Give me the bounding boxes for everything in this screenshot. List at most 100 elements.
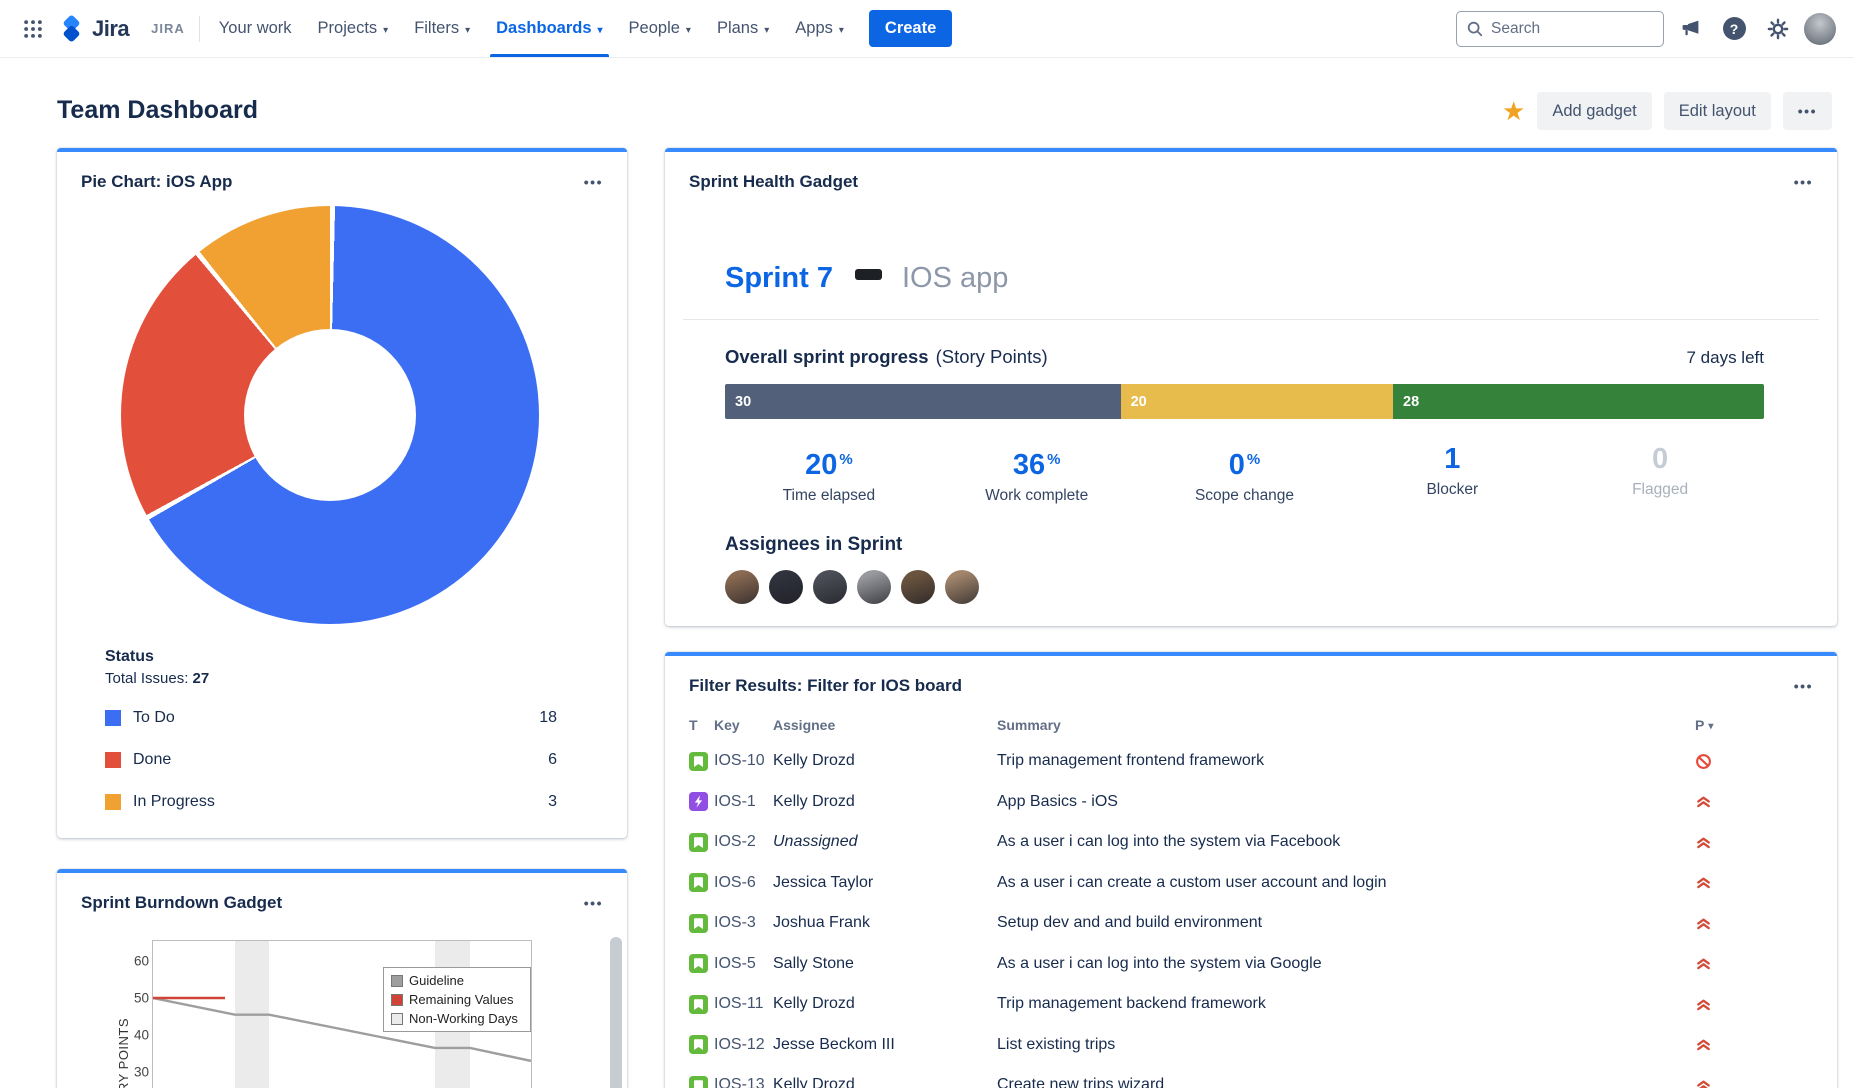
issue-row-ios-1[interactable]: IOS-1Kelly DrozdApp Basics - iOS — [665, 782, 1837, 823]
issue-key[interactable]: IOS-10 — [714, 752, 773, 770]
issue-summary[interactable]: Create new trips wizard — [997, 1076, 1695, 1088]
stat-label: Work complete — [933, 487, 1141, 505]
legend-label: Non-Working Days — [409, 1011, 518, 1026]
burndown-gadget: Sprint Burndown Gadget ••• 60504030 STOR… — [57, 869, 627, 1088]
column-header-key[interactable]: Key — [714, 717, 773, 733]
sprint-avatars — [725, 570, 1837, 604]
progress-segment-value: 20 — [1131, 394, 1147, 410]
app-switcher-button[interactable] — [14, 10, 52, 48]
issue-key[interactable]: IOS-1 — [714, 793, 773, 811]
help-button[interactable]: ? — [1716, 11, 1752, 47]
assignee-avatar-5[interactable] — [901, 570, 935, 604]
sprint-name[interactable]: Sprint 7 — [725, 262, 833, 295]
assignee-avatar-3[interactable] — [813, 570, 847, 604]
page-title: Team Dashboard — [57, 96, 258, 125]
board-name: IOS app — [902, 262, 1008, 295]
issue-row-ios-2[interactable]: IOS-2UnassignedAs a user i can log into … — [665, 822, 1837, 863]
edit-layout-button[interactable]: Edit layout — [1664, 92, 1771, 130]
story-icon — [689, 1076, 714, 1088]
issue-key[interactable]: IOS-6 — [714, 874, 773, 892]
issue-summary[interactable]: Trip management frontend framework — [997, 752, 1695, 770]
assignee-avatar-2[interactable] — [769, 570, 803, 604]
issue-row-ios-12[interactable]: IOS-12Jesse Beckom IIIList existing trip… — [665, 1025, 1837, 1066]
epic-icon — [689, 792, 714, 811]
gadget-more-button[interactable]: ••• — [584, 174, 603, 190]
search-input[interactable] — [1456, 11, 1664, 47]
assignee-avatar-4[interactable] — [857, 570, 891, 604]
total-issues-label: Total Issues: — [105, 670, 188, 687]
issue-row-ios-10[interactable]: IOS-10Kelly DrozdTrip management fronten… — [665, 741, 1837, 782]
column-header-label: P — [1695, 717, 1704, 733]
issue-key[interactable]: IOS-5 — [714, 955, 773, 973]
jira-logo[interactable]: Jira — [58, 0, 129, 57]
left-column: Pie Chart: iOS App ••• Status Total Issu… — [57, 148, 627, 1088]
issue-key[interactable]: IOS-2 — [714, 833, 773, 851]
issue-summary[interactable]: As a user i can create a custom user acc… — [997, 874, 1695, 892]
issue-row-ios-6[interactable]: IOS-6Jessica TaylorAs a user i can creat… — [665, 863, 1837, 904]
stat-number: 0 — [1652, 443, 1668, 475]
nav-item-apps[interactable]: Apps▾ — [782, 0, 857, 57]
column-header-summary[interactable]: Summary — [997, 717, 1695, 733]
legend-label: To Do — [133, 709, 175, 727]
dashboard-more-button[interactable]: ••• — [1783, 92, 1832, 130]
issue-summary[interactable]: Setup dev and and build environment — [997, 914, 1695, 932]
stat-number: 1 — [1444, 443, 1460, 475]
gadget-more-button[interactable]: ••• — [1794, 174, 1813, 190]
legend-row-in-progress: In Progress3 — [105, 781, 557, 823]
progress-subheading: (Story Points) — [936, 346, 1048, 368]
stat-time-elapsed: 20%Time elapsed — [725, 443, 933, 505]
issue-row-ios-3[interactable]: IOS-3Joshua FrankSetup dev and and build… — [665, 903, 1837, 944]
legend-total: Total Issues: 27 — [105, 670, 557, 687]
issue-assignee: Unassigned — [773, 833, 997, 851]
nav-item-people[interactable]: People▾ — [616, 0, 704, 57]
pie-chart — [121, 206, 539, 624]
issue-key[interactable]: IOS-11 — [714, 995, 773, 1013]
favorite-star-button[interactable]: ★ — [1502, 98, 1525, 124]
chevron-down-icon: ▾ — [764, 25, 769, 36]
issue-key[interactable]: IOS-13 — [714, 1076, 773, 1088]
issue-summary[interactable]: Trip management backend framework — [997, 995, 1695, 1013]
create-button[interactable]: Create — [869, 10, 952, 47]
megaphone-icon — [1680, 18, 1701, 39]
nav-item-plans[interactable]: Plans ▾ — [704, 0, 782, 57]
scrollbar-thumb[interactable] — [610, 937, 622, 1088]
issue-key[interactable]: IOS-3 — [714, 914, 773, 932]
nav-item-projects[interactable]: Projects▾ — [305, 0, 402, 57]
story-icon — [689, 833, 714, 852]
column-header-t[interactable]: T — [689, 717, 714, 733]
assignee-avatar-6[interactable] — [945, 570, 979, 604]
assignee-avatar-1[interactable] — [725, 570, 759, 604]
gadget-header: Filter Results: Filter for IOS board ••• — [665, 656, 1837, 696]
issue-row-ios-11[interactable]: IOS-11Kelly DrozdTrip management backend… — [665, 984, 1837, 1025]
stat-number: 0 — [1229, 449, 1245, 481]
issue-summary[interactable]: As a user i can log into the system via … — [997, 833, 1695, 851]
issue-summary[interactable]: App Basics - iOS — [997, 793, 1695, 811]
column-header-p[interactable]: P▾ — [1695, 717, 1741, 733]
nav-item-dashboards[interactable]: Dashboards▾ — [483, 0, 615, 57]
gadget-more-button[interactable]: ••• — [584, 895, 603, 911]
issue-row-ios-13[interactable]: IOS-13Kelly DrozdCreate new trips wizard — [665, 1065, 1837, 1088]
stat-flagged: 0Flagged — [1556, 443, 1764, 505]
legend-swatch — [105, 794, 121, 810]
add-gadget-button[interactable]: Add gadget — [1537, 92, 1651, 130]
column-header-assignee[interactable]: Assignee — [773, 717, 997, 733]
sprint-progress-bar: 302028 — [725, 384, 1764, 419]
issue-row-ios-5[interactable]: IOS-5Sally StoneAs a user i can log into… — [665, 944, 1837, 985]
story-icon — [689, 954, 714, 973]
notifications-button[interactable] — [1672, 11, 1708, 47]
nav-item-label: Plans — [717, 19, 758, 38]
legend-row-done: Done6 — [105, 739, 557, 781]
stat-label: Scope change — [1141, 487, 1349, 505]
issue-summary[interactable]: List existing trips — [997, 1036, 1695, 1054]
nav-item-your-work[interactable]: Your work — [206, 0, 305, 57]
issue-key[interactable]: IOS-12 — [714, 1036, 773, 1054]
legend-label: Remaining Values — [409, 992, 514, 1007]
issue-summary[interactable]: As a user i can log into the system via … — [997, 955, 1695, 973]
gadget-more-button[interactable]: ••• — [1794, 678, 1813, 694]
pie-donut[interactable] — [121, 206, 539, 624]
user-avatar[interactable] — [1804, 13, 1836, 45]
board-glyph-icon — [855, 269, 882, 280]
nav-item-filters[interactable]: Filters▾ — [401, 0, 483, 57]
settings-button[interactable] — [1760, 11, 1796, 47]
story-icon — [689, 1035, 714, 1054]
